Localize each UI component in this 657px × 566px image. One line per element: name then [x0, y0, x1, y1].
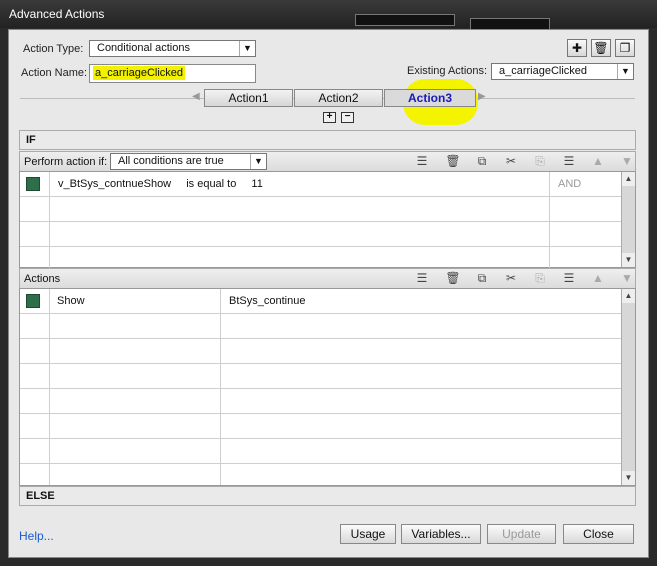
- chevron-down-icon: ▼: [239, 41, 255, 56]
- tab-scroll-right-icon[interactable]: ▶: [478, 91, 486, 102]
- conditions-grid: v_BtSys_contnueShow is equal to 11 AND ▲…: [19, 171, 636, 272]
- insert-below-icon[interactable]: ☰: [561, 271, 577, 285]
- chevron-down-icon: ▼: [250, 154, 266, 169]
- paste-icon[interactable]: ⎘: [532, 154, 548, 168]
- duplicate-icon: ❐: [619, 41, 631, 55]
- table-row[interactable]: [20, 364, 622, 389]
- move-down-icon[interactable]: ▼: [619, 271, 635, 285]
- condition-connector: AND: [558, 178, 582, 190]
- trash-icon: 🗑: [593, 41, 609, 55]
- table-row[interactable]: [20, 197, 622, 222]
- table-row[interactable]: [20, 439, 622, 464]
- existing-actions-label: Existing Actions:: [407, 65, 488, 77]
- add-action-button[interactable]: ✚: [567, 39, 587, 57]
- action-type-label: Action Type:: [23, 43, 84, 55]
- actions-header: Actions: [24, 273, 61, 285]
- if-label: IF: [26, 134, 36, 146]
- remove-decision-button[interactable]: −: [341, 112, 354, 123]
- else-header[interactable]: ELSE: [19, 486, 636, 506]
- tab-label: Action3: [407, 91, 452, 105]
- if-header: IF: [19, 130, 636, 150]
- table-row[interactable]: v_BtSys_contnueShow is equal to 11 AND: [20, 172, 622, 197]
- title-bar: Advanced Actions: [0, 0, 657, 30]
- perform-action-label: Perform action if:: [24, 156, 108, 168]
- copy-icon[interactable]: ⧉: [474, 154, 490, 168]
- trash-icon[interactable]: 🗑: [445, 154, 461, 168]
- else-label: ELSE: [26, 490, 55, 502]
- actions-grid: Show BtSys_continue ▲ ▼: [19, 288, 636, 486]
- action-name-input[interactable]: a_carriageClicked: [89, 64, 256, 83]
- table-row[interactable]: [20, 314, 622, 339]
- tab-action1[interactable]: Action1: [204, 89, 293, 107]
- table-row[interactable]: [20, 414, 622, 439]
- action-name-label: Action Name:: [21, 67, 88, 79]
- cut-icon[interactable]: ✂: [503, 154, 519, 168]
- add-decision-button[interactable]: +: [323, 112, 336, 123]
- plus-icon: ✚: [571, 41, 583, 55]
- action-type-select[interactable]: Conditional actions ▼: [89, 40, 256, 57]
- close-button[interactable]: Close: [563, 524, 634, 544]
- paste-icon[interactable]: ⎘: [532, 271, 548, 285]
- existing-actions-select[interactable]: a_carriageClicked ▼: [491, 63, 634, 80]
- action-square-icon: [26, 294, 40, 308]
- update-button[interactable]: Update: [487, 524, 556, 544]
- move-up-icon[interactable]: ▲: [590, 271, 606, 285]
- perform-condition-value: All conditions are true: [118, 155, 224, 167]
- cut-icon[interactable]: ✂: [503, 271, 519, 285]
- condition-operator: is equal to: [186, 178, 237, 190]
- existing-actions-value: a_carriageClicked: [499, 65, 588, 77]
- conditions-scrollbar[interactable]: ▲ ▼: [621, 172, 635, 267]
- usage-button[interactable]: Usage: [340, 524, 396, 544]
- move-up-icon[interactable]: ▲: [590, 154, 606, 168]
- actions-scrollbar[interactable]: ▲ ▼: [621, 289, 635, 485]
- scroll-down-icon[interactable]: ▼: [622, 253, 635, 267]
- insert-below-icon[interactable]: ☰: [561, 154, 577, 168]
- tab-label: Action2: [318, 91, 359, 105]
- insert-row-icon[interactable]: ☰: [414, 154, 430, 168]
- condition-value: 11: [251, 178, 263, 190]
- variables-button[interactable]: Variables...: [401, 524, 481, 544]
- duplicate-action-button[interactable]: ❐: [615, 39, 635, 57]
- scroll-up-icon[interactable]: ▲: [622, 289, 635, 303]
- chevron-down-icon: ▼: [617, 64, 633, 79]
- table-row[interactable]: [20, 222, 622, 247]
- action-type-value: Conditional actions: [97, 42, 190, 54]
- action-target: BtSys_continue: [229, 295, 306, 307]
- background-window-fragment: [355, 14, 455, 26]
- window-title: Advanced Actions: [9, 7, 105, 21]
- move-down-icon[interactable]: ▼: [619, 154, 635, 168]
- table-row[interactable]: [20, 339, 622, 364]
- condition-variable: v_BtSys_contnueShow: [58, 178, 172, 190]
- copy-icon[interactable]: ⧉: [474, 271, 490, 285]
- tab-scroll-left-icon[interactable]: ◀: [192, 91, 200, 102]
- help-link[interactable]: Help...: [19, 529, 54, 543]
- action-command: Show: [57, 295, 85, 307]
- advanced-actions-window: Advanced Actions Action Type: Conditiona…: [0, 0, 657, 566]
- trash-icon[interactable]: 🗑: [445, 271, 461, 285]
- perform-condition-select[interactable]: All conditions are true ▼: [110, 153, 267, 170]
- condition-square-icon: [26, 177, 40, 191]
- action-name-value: a_carriageClicked: [93, 66, 186, 80]
- delete-action-button[interactable]: 🗑: [591, 39, 611, 57]
- tab-action2[interactable]: Action2: [294, 89, 383, 107]
- insert-row-icon[interactable]: ☰: [414, 271, 430, 285]
- scroll-up-icon[interactable]: ▲: [622, 172, 635, 186]
- scroll-down-icon[interactable]: ▼: [622, 471, 635, 485]
- table-row[interactable]: [20, 389, 622, 414]
- tab-label: Action1: [228, 91, 269, 105]
- tab-action3[interactable]: Action3: [384, 89, 476, 107]
- table-row[interactable]: Show BtSys_continue: [20, 289, 622, 314]
